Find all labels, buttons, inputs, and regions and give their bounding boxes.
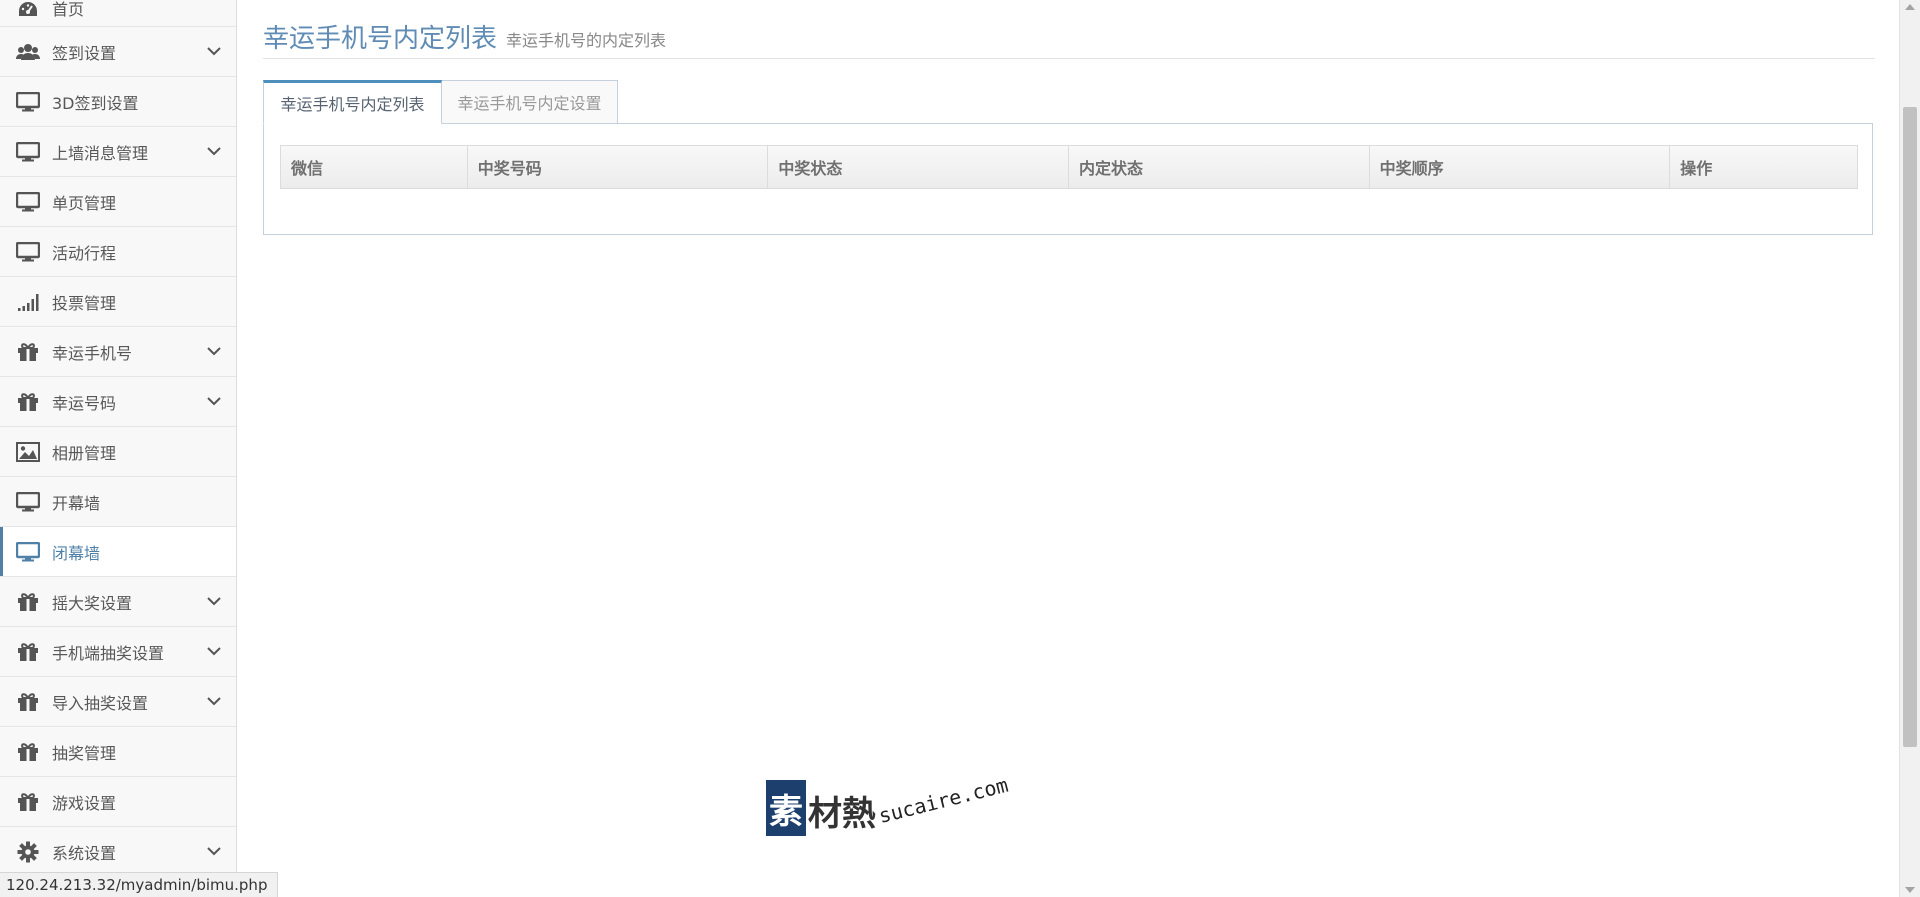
scroll-down-arrow-icon[interactable]	[1905, 887, 1915, 893]
column-header-winning-number[interactable]: 中奖号码	[468, 146, 769, 188]
sidebar-item-label: 单页管理	[52, 193, 117, 213]
chevron-down-icon[interactable]	[204, 847, 224, 856]
users-icon	[14, 41, 42, 63]
desktop-icon	[14, 241, 42, 263]
page-header: 幸运手机号内定列表 幸运手机号的内定列表	[263, 18, 1875, 59]
desktop-icon	[14, 141, 42, 163]
gift-icon	[14, 691, 42, 713]
chevron-down-icon[interactable]	[204, 347, 224, 356]
sidebar-item-14[interactable]: 导入抽奖设置	[0, 677, 236, 727]
watermark-text: 材熱	[808, 794, 876, 834]
chevron-down-icon[interactable]	[204, 147, 224, 156]
sidebar-item-label: 上墙消息管理	[52, 143, 149, 163]
column-header-winning-order[interactable]: 中奖顺序	[1370, 146, 1671, 188]
sidebar-item-1[interactable]: 签到设置	[0, 27, 236, 77]
sidebar-item-label: 3D签到设置	[52, 93, 139, 113]
desktop-icon	[14, 491, 42, 513]
sidebar-item-9[interactable]: 相册管理	[0, 427, 236, 477]
sidebar-item-label: 手机端抽奖设置	[52, 643, 165, 663]
sidebar-item-label: 闭幕墙	[52, 543, 101, 563]
sidebar-item-7[interactable]: 幸运手机号	[0, 327, 236, 377]
gift-icon	[14, 341, 42, 363]
sidebar-item-13[interactable]: 手机端抽奖设置	[0, 627, 236, 677]
gift-icon	[14, 591, 42, 613]
watermark-logo: 素 材熱 sucaire.com	[766, 773, 1026, 842]
sidebar-item-label: 首页	[52, 0, 85, 19]
data-table-header: 微信 中奖号码 中奖状态 内定状态 中奖顺序 操作	[280, 145, 1858, 189]
chevron-down-icon[interactable]	[204, 397, 224, 406]
sidebar-item-label: 抽奖管理	[52, 743, 117, 763]
chevron-down-icon[interactable]	[204, 47, 224, 56]
tab-lucky-phone-list[interactable]: 幸运手机号内定列表	[263, 80, 442, 124]
page-title: 幸运手机号内定列表	[263, 24, 498, 54]
sidebar-item-label: 签到设置	[52, 43, 117, 63]
sidebar-item-label: 系统设置	[52, 843, 117, 863]
sidebar-item-0[interactable]: 首页	[0, 0, 236, 27]
sidebar-item-label: 活动行程	[52, 243, 117, 263]
chevron-down-icon[interactable]	[204, 597, 224, 606]
picture-icon	[14, 441, 42, 463]
desktop-icon	[14, 91, 42, 113]
cog-icon	[14, 841, 42, 863]
sidebar-item-2[interactable]: 3D签到设置	[0, 77, 236, 127]
sidebar-item-16[interactable]: 游戏设置	[0, 777, 236, 827]
sidebar-item-5[interactable]: 活动行程	[0, 227, 236, 277]
sidebar-item-11[interactable]: 闭幕墙	[0, 527, 236, 577]
dashboard-icon	[14, 0, 42, 20]
column-header-wechat[interactable]: 微信	[281, 146, 468, 188]
watermark-badge: 素	[766, 780, 806, 836]
column-header-actions: 操作	[1680, 159, 1713, 178]
page-subtitle: 幸运手机号的内定列表	[506, 31, 667, 50]
sidebar-item-3[interactable]: 上墙消息管理	[0, 127, 236, 177]
gift-icon	[14, 641, 42, 663]
vertical-scrollbar[interactable]	[1899, 0, 1920, 897]
tab-label: 幸运手机号内定列表	[280, 95, 425, 114]
scroll-up-arrow-icon[interactable]	[1905, 4, 1915, 10]
gift-icon	[14, 741, 42, 763]
sidebar-item-label: 投票管理	[52, 293, 117, 313]
tab-lucky-phone-settings[interactable]: 幸运手机号内定设置	[441, 80, 618, 124]
gift-icon	[14, 791, 42, 813]
chevron-down-icon[interactable]	[204, 647, 224, 656]
column-header-winning-status[interactable]: 中奖状态	[768, 146, 1069, 188]
sidebar-item-10[interactable]: 开幕墙	[0, 477, 236, 527]
signal-icon	[14, 291, 42, 313]
status-bar-url: 120.24.213.32/myadmin/bimu.php	[0, 872, 279, 897]
sidebar-item-label: 开幕墙	[52, 493, 101, 513]
tab-panel: 微信 中奖号码 中奖状态 内定状态 中奖顺序 操作	[263, 123, 1873, 235]
desktop-icon	[14, 541, 42, 563]
sidebar-item-8[interactable]: 幸运号码	[0, 377, 236, 427]
sidebar-item-6[interactable]: 投票管理	[0, 277, 236, 327]
sidebar-item-label: 游戏设置	[52, 793, 117, 813]
sidebar-item-12[interactable]: 摇大奖设置	[0, 577, 236, 627]
sidebar-item-label: 幸运号码	[52, 393, 117, 413]
column-header-preset-status[interactable]: 内定状态	[1069, 146, 1370, 188]
sidebar-item-15[interactable]: 抽奖管理	[0, 727, 236, 777]
sidebar-item-label: 导入抽奖设置	[52, 693, 149, 713]
chevron-down-icon[interactable]	[204, 697, 224, 706]
sidebar-item-17[interactable]: 系统设置	[0, 827, 236, 877]
scroll-thumb[interactable]	[1903, 107, 1917, 747]
gift-icon	[14, 391, 42, 413]
desktop-icon	[14, 191, 42, 213]
sidebar-item-label: 幸运手机号	[52, 343, 133, 363]
tab-label: 幸运手机号内定设置	[457, 94, 602, 113]
sidebar-item-label: 相册管理	[52, 443, 117, 463]
sidebar-item-label: 摇大奖设置	[52, 593, 133, 613]
sidebar-item-4[interactable]: 单页管理	[0, 177, 236, 227]
watermark-domain: sucaire.com	[876, 772, 1011, 828]
sidebar: 首页签到设置 3D签到设置 上墙消息管理 单页管理活动行程投票管理幸运手机号幸运号码相…	[0, 0, 237, 897]
